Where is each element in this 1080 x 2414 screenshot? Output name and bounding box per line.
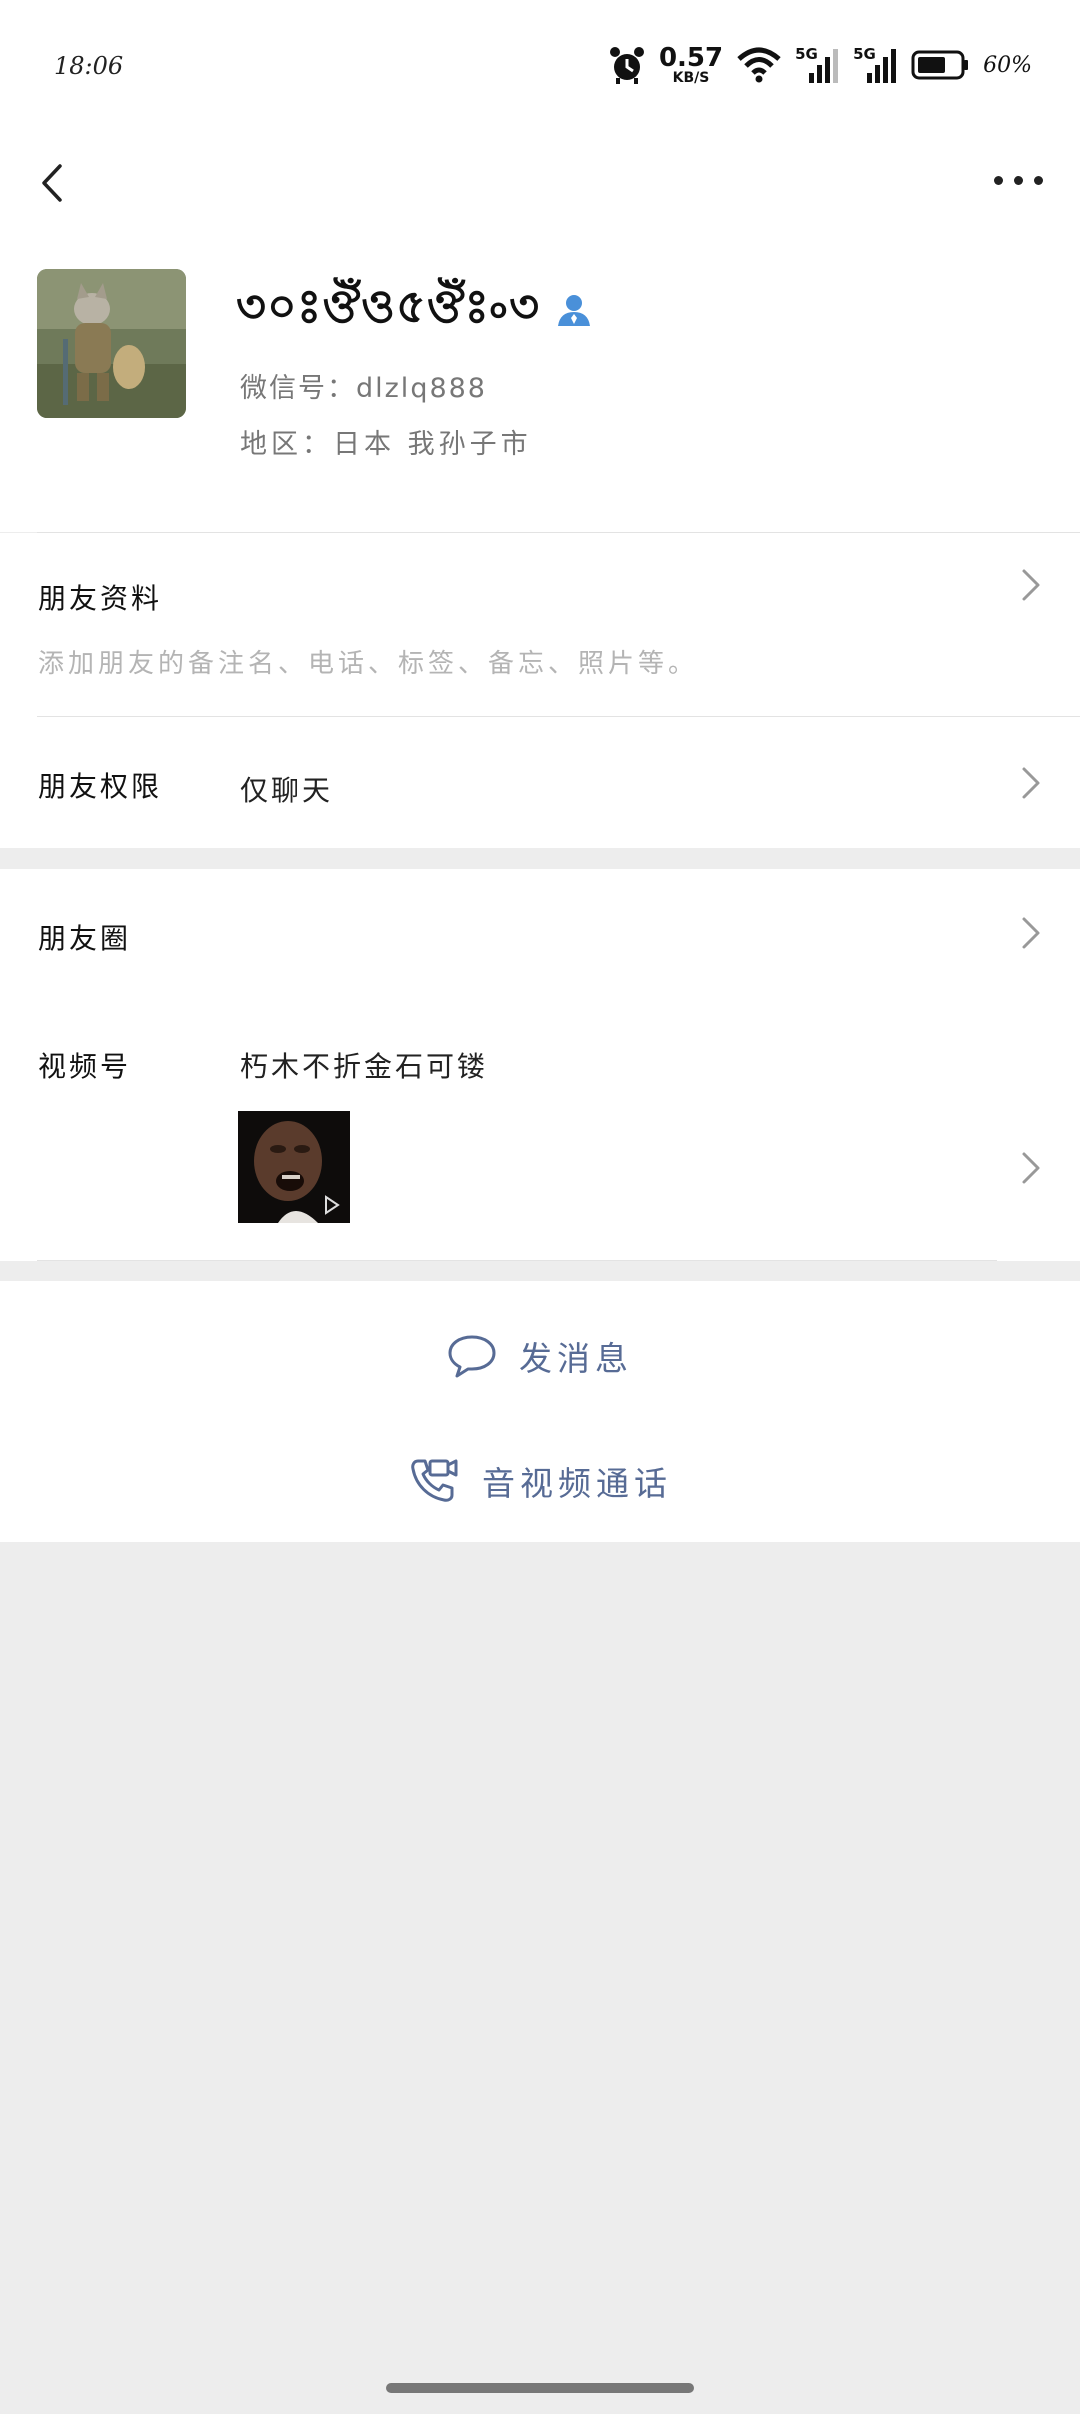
profile-header: ৩০ঃঔঁও৫ঔঁঃ৹৩ 微信号：dlzlq888 地区：日本 我孙子市	[0, 224, 1080, 533]
moments-row[interactable]: 朋友圈	[0, 869, 1080, 999]
battery-icon	[911, 50, 969, 80]
back-button[interactable]	[26, 152, 86, 212]
video-call-label: 音视频通话	[482, 1464, 672, 1503]
actions-section: 发消息 音视频通话	[0, 1281, 1080, 1542]
home-indicator[interactable]	[386, 2383, 694, 2393]
nickname: ৩০ঃঔঁও৫ঔঁঃ৹৩	[236, 279, 541, 333]
video-thumbnail-icon	[238, 1111, 350, 1223]
chevron-left-icon	[42, 164, 62, 202]
person-badge-icon	[558, 295, 591, 326]
chevron-right-icon	[1022, 1152, 1040, 1184]
wechat-id: 微信号：dlzlq888	[240, 373, 487, 404]
permission-label: 朋友权限	[38, 770, 163, 803]
chevron-right-icon	[1022, 917, 1040, 949]
net-speed: 0.57 KB/S	[658, 43, 724, 86]
chevron-right-icon	[1022, 767, 1040, 799]
chevron-right-icon	[1022, 569, 1040, 601]
signal-bars-icon	[809, 49, 839, 83]
wifi-icon	[737, 47, 781, 83]
send-message-button[interactable]: 发消息	[0, 1321, 1080, 1391]
nickname-row: ৩০ঃঔঁও৫ঔঁঃ৹৩	[236, 272, 594, 348]
alarm-icon	[609, 47, 644, 84]
friend-info-hint: 添加朋友的备注名、电话、标签、备忘、照片等。	[38, 649, 699, 679]
phone-video-icon	[411, 1459, 458, 1502]
dot-icon	[1033, 175, 1043, 185]
channels-value: 朽木不折金石可镂	[240, 1050, 489, 1083]
status-time: 18:06	[54, 52, 124, 80]
video-call-button[interactable]: 音视频通话	[0, 1446, 1080, 1516]
moments-label: 朋友圈	[38, 922, 132, 955]
status-bar: 18:06 0.57 KB/S 5G 5G 60%	[0, 0, 1080, 132]
chat-bubble-icon	[448, 1335, 496, 1378]
channel-video-thumbnail[interactable]	[238, 1111, 350, 1223]
signal-sim2: 5G	[853, 45, 897, 85]
moments-channels-section: 朋友圈 视频号 朽木不折金石可镂	[0, 869, 1080, 1261]
avatar[interactable]	[37, 269, 186, 418]
status-icons: 0.57 KB/S 5G 5G 60%	[609, 40, 1032, 90]
signal-bars-icon	[867, 49, 897, 83]
send-message-label: 发消息	[519, 1339, 633, 1378]
signal-sim1: 5G	[795, 45, 839, 85]
channels-label: 视频号	[38, 1050, 132, 1083]
dot-icon	[1013, 175, 1023, 185]
region: 地区：日本 我孙子市	[240, 429, 532, 460]
dot-icon	[993, 175, 1003, 185]
friend-info-label: 朋友资料	[38, 582, 163, 615]
permission-value: 仅聊天	[240, 774, 334, 807]
battery-percent: 60%	[983, 52, 1032, 78]
top-nav	[0, 132, 1080, 224]
cat-photo-icon	[37, 269, 186, 418]
divider	[37, 1260, 997, 1261]
more-button[interactable]	[986, 160, 1050, 200]
friend-permission-row[interactable]: 朋友权限 仅聊天	[0, 717, 1080, 848]
friend-info-row[interactable]: 朋友资料 添加朋友的备注名、电话、标签、备忘、照片等。	[0, 533, 1080, 717]
channels-row[interactable]: 视频号 朽木不折金石可镂	[0, 1019, 1080, 1259]
